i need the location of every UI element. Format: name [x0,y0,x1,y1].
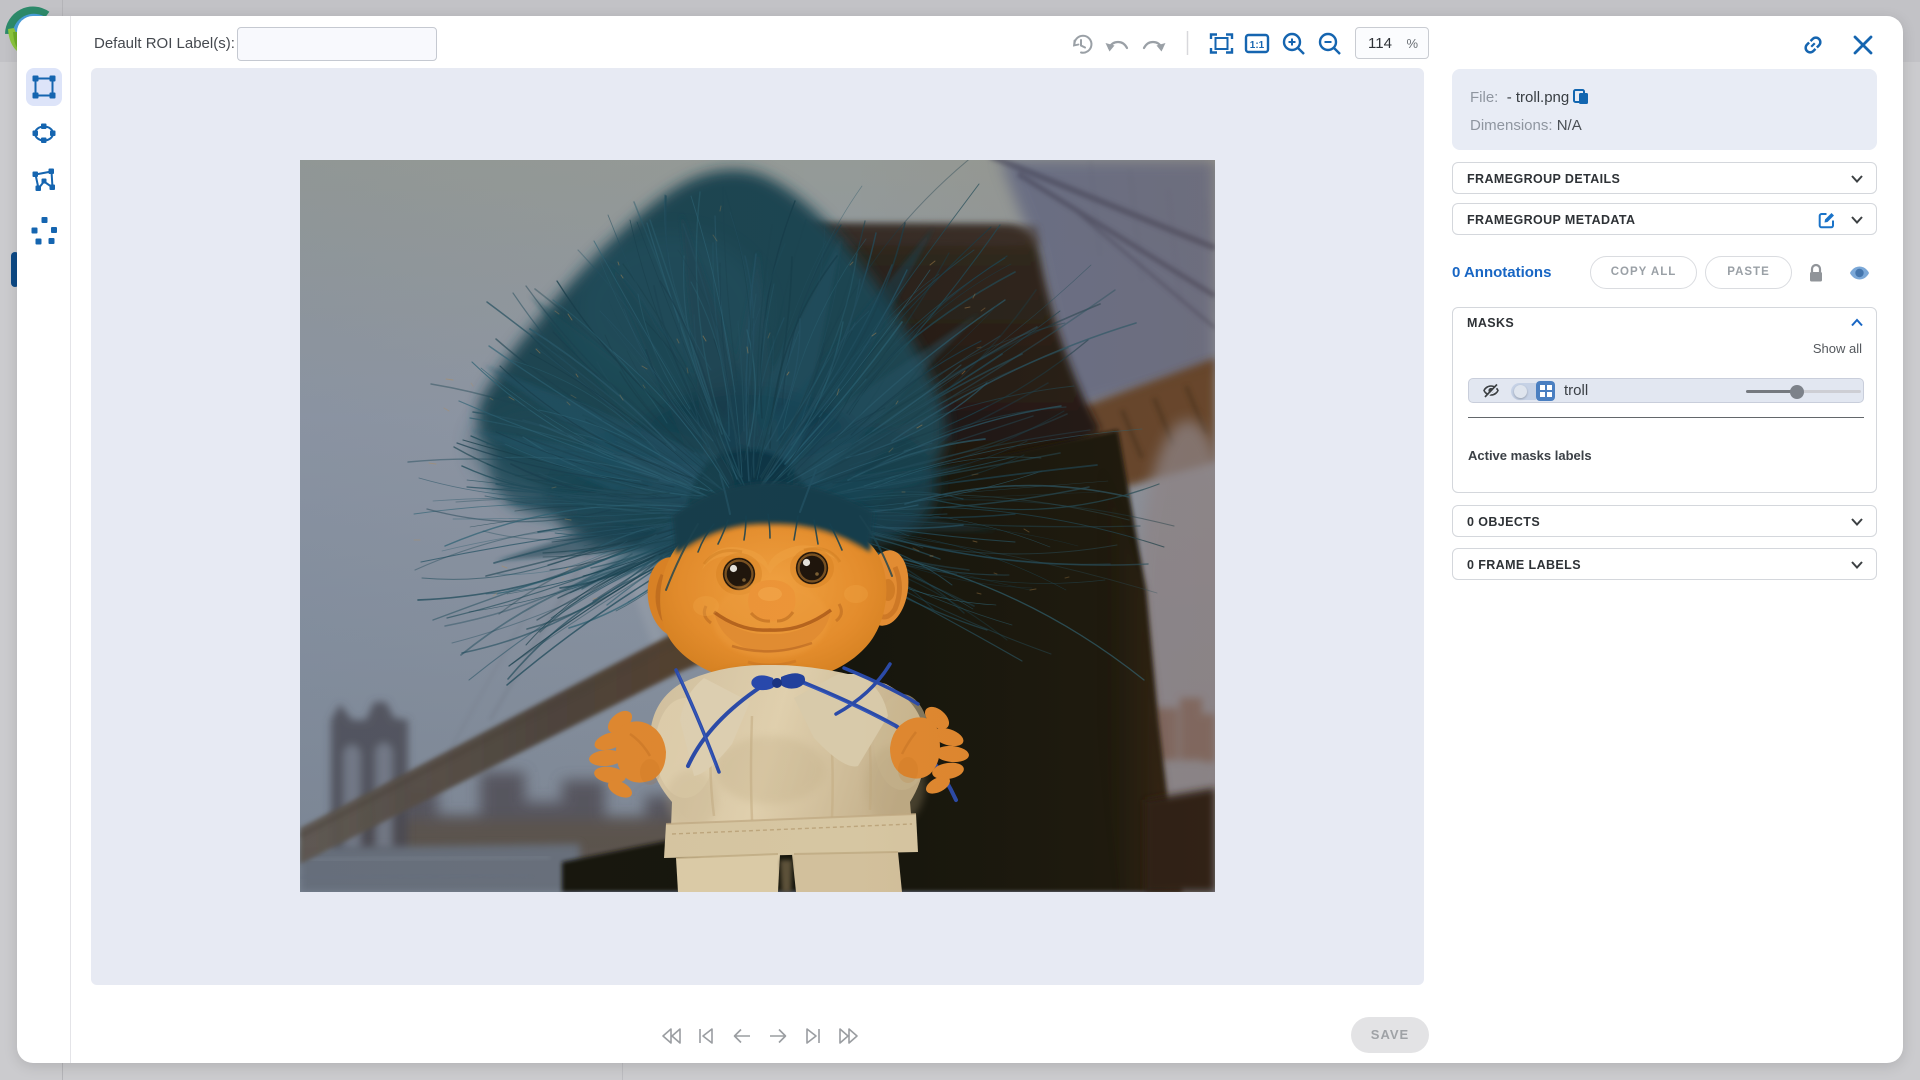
svg-text:1:1: 1:1 [1250,40,1265,51]
